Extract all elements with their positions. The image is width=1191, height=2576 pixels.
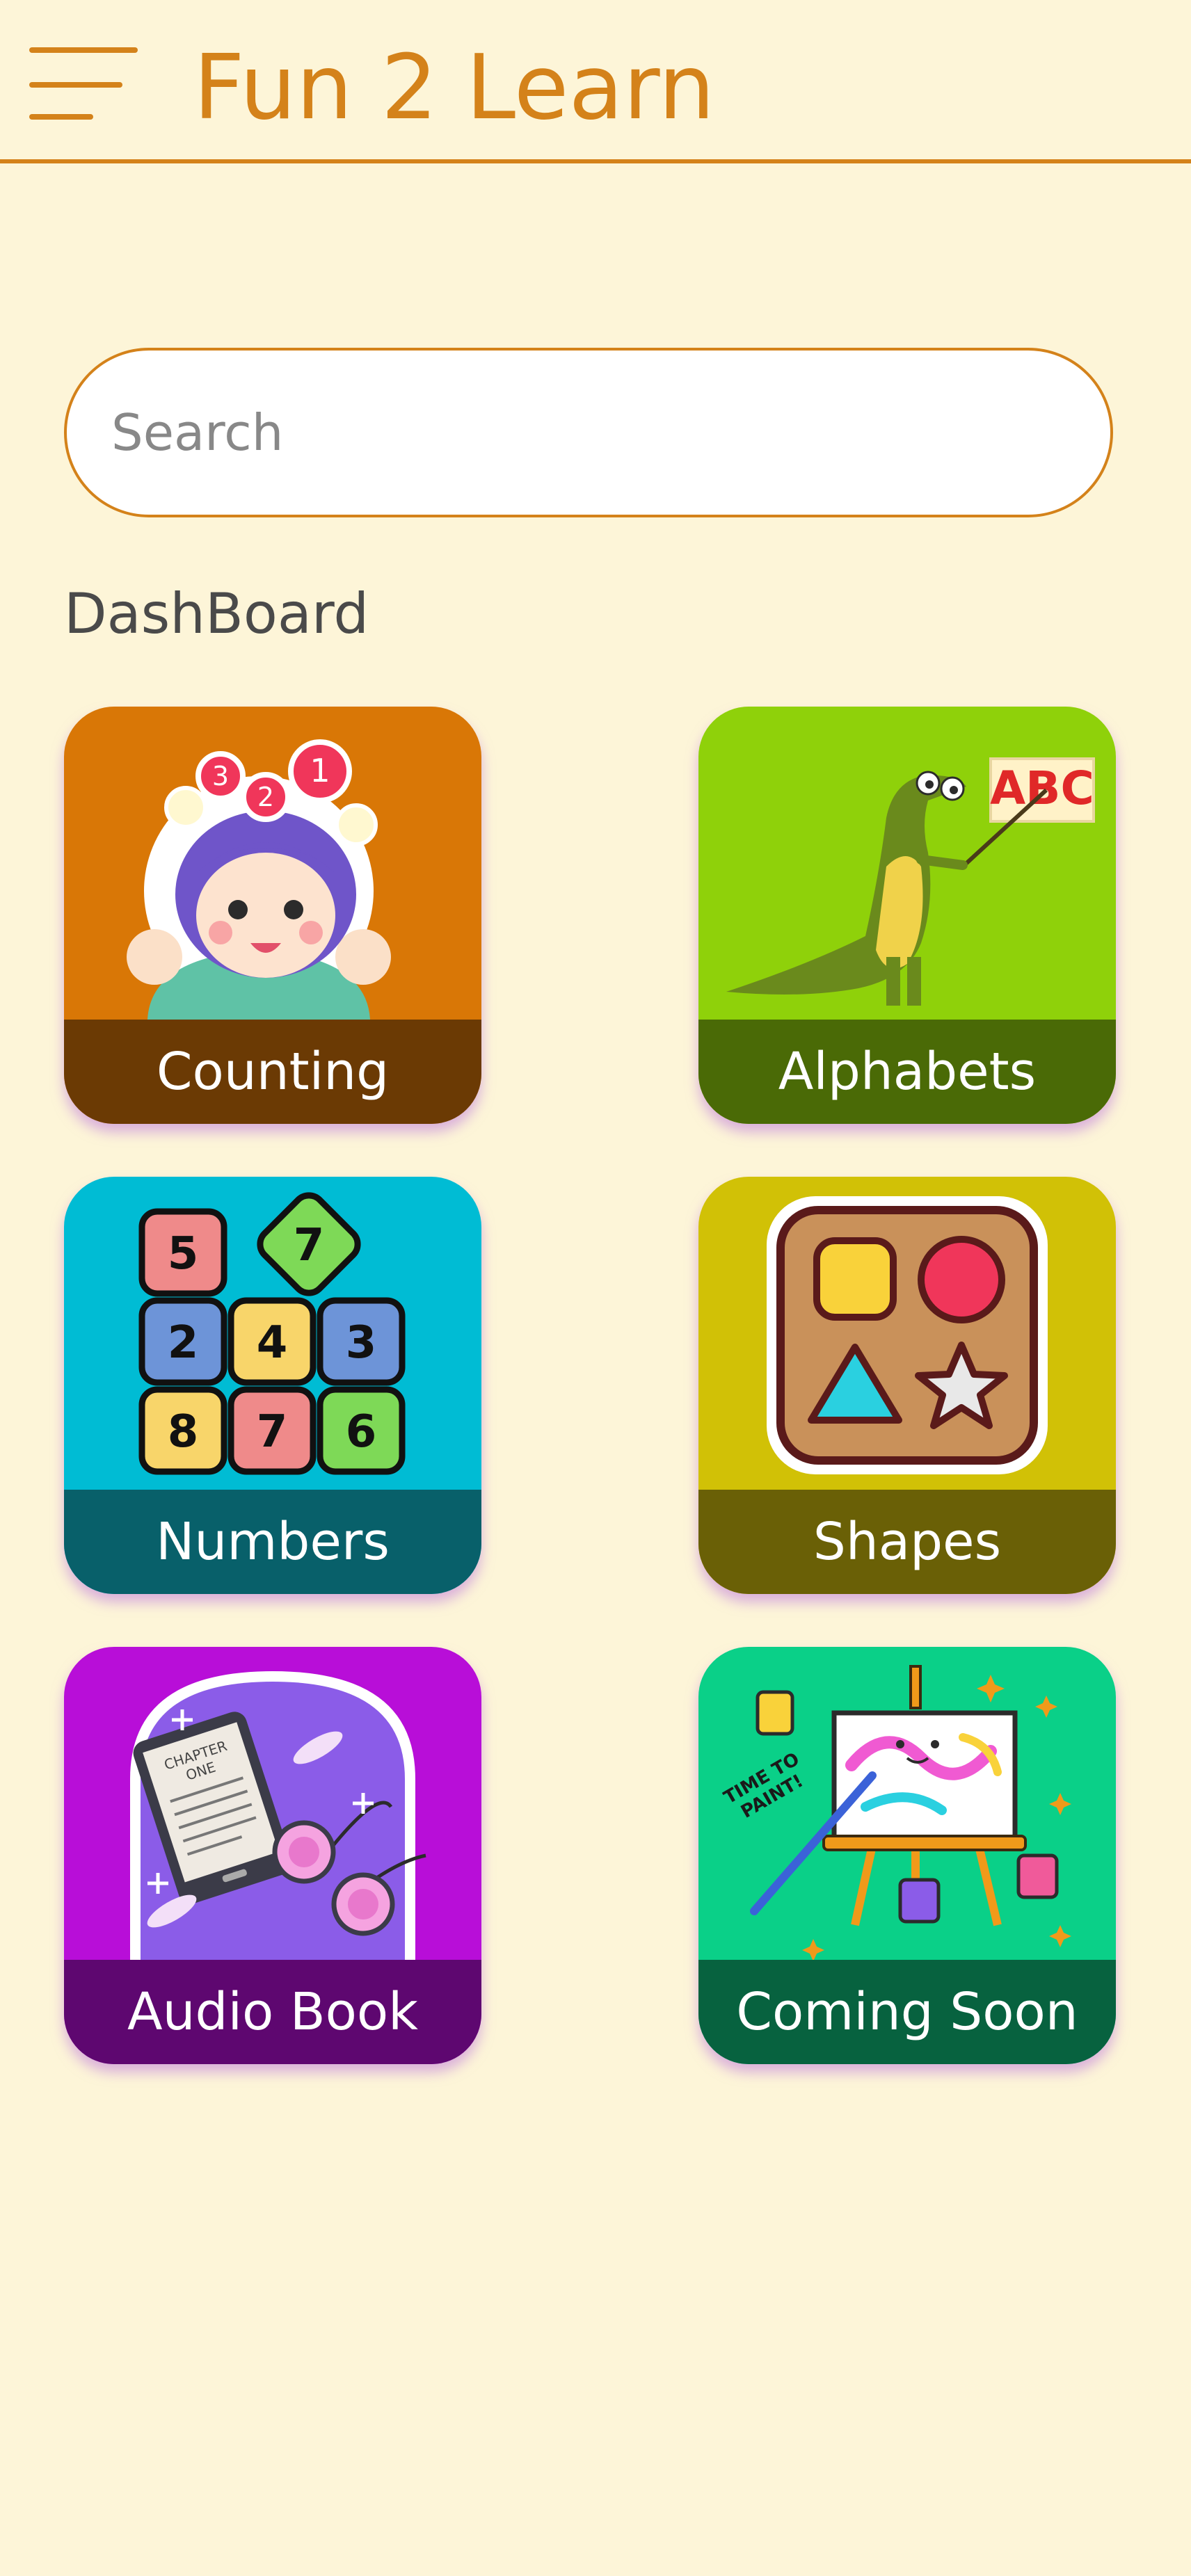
hamburger-menu-icon[interactable] xyxy=(29,47,141,122)
header-divider xyxy=(0,159,1191,163)
tile-label: Alphabets xyxy=(698,1020,1116,1124)
counting-number-2: 2 xyxy=(257,782,274,812)
tile-counting[interactable]: 3 2 1 Counting xyxy=(64,707,481,1124)
tile-numbers[interactable]: 5 7 2 4 3 8 7 6 Numbers xyxy=(64,1177,481,1594)
block-number-3: 3 xyxy=(346,1317,377,1369)
tile-coming-soon[interactable]: TIME TO PAINT! Coming Soon xyxy=(698,1647,1116,2064)
search-input[interactable] xyxy=(64,348,1113,517)
paint-easel-icon: TIME TO PAINT! xyxy=(721,1665,1071,1960)
shape-sorter-icon xyxy=(767,1196,1048,1474)
block-number-5: 5 xyxy=(168,1228,199,1280)
tile-shapes[interactable]: Shapes xyxy=(698,1177,1116,1594)
app-header: Fun 2 Learn xyxy=(0,0,1191,164)
tile-label: Counting xyxy=(64,1020,481,1124)
block-number-7: 7 xyxy=(294,1220,325,1271)
block-number-4: 4 xyxy=(257,1317,288,1369)
tile-alphabets[interactable]: ABC Alphabets xyxy=(698,707,1116,1124)
tile-label: Audio Book xyxy=(64,1960,481,2064)
girl-counting-icon: 3 2 1 xyxy=(127,739,391,1020)
block-number-2: 2 xyxy=(168,1317,199,1369)
block-number-6: 6 xyxy=(346,1406,377,1458)
tile-label: Numbers xyxy=(64,1490,481,1594)
counting-number-1: 1 xyxy=(310,752,330,789)
tile-label: Shapes xyxy=(698,1490,1116,1594)
block-number-7b: 7 xyxy=(257,1406,288,1458)
block-number-8: 8 xyxy=(168,1406,199,1458)
dashboard-title: DashBoard xyxy=(64,581,369,646)
tile-audio-book[interactable]: CHAPTER ONE Audio Book xyxy=(64,1647,481,2064)
number-blocks-icon: 5 7 2 4 3 8 7 6 xyxy=(138,1192,406,1475)
app-title: Fun 2 Learn xyxy=(193,36,715,140)
abc-sign-text: ABC xyxy=(990,762,1094,815)
ebook-headphones-icon: CHAPTER ONE xyxy=(130,1671,426,1960)
crocodile-teacher-icon: ABC xyxy=(726,757,1095,1006)
tile-label: Coming Soon xyxy=(698,1960,1116,2064)
counting-number-3: 3 xyxy=(212,761,229,791)
